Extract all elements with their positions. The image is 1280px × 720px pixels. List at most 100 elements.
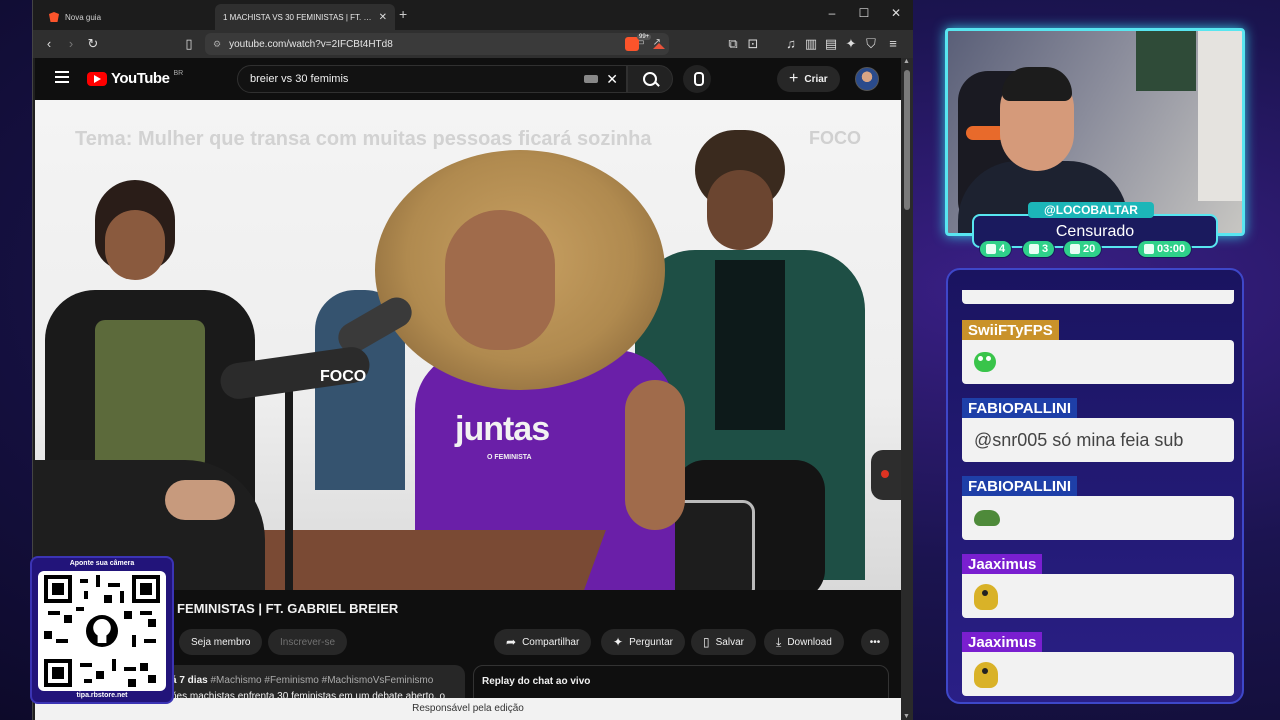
clear-search-icon[interactable]: ✕	[606, 71, 618, 88]
youtube-wordmark: YouTube	[111, 70, 170, 87]
twitch-icon	[986, 244, 996, 254]
scroll-down-icon[interactable]: ▼	[903, 713, 910, 720]
qr-code	[38, 571, 166, 691]
shield-badge: 99+	[637, 34, 652, 40]
chat-username: FABIOPALLINI	[962, 398, 1078, 420]
streamer-name: @LOCOBALTAR	[1028, 202, 1154, 218]
sparkle-icon: ✦	[613, 635, 624, 649]
scrollbar[interactable]: ▲ ▼	[901, 58, 913, 720]
stat-twitch: 4	[979, 240, 1013, 258]
tab-title: 1 MACHISTA VS 30 FEMINISTAS | FT. GABRIE…	[223, 12, 373, 22]
avatar[interactable]	[855, 67, 879, 91]
bookmark-icon[interactable]: ▯	[181, 36, 197, 52]
forward-icon[interactable]: ›	[63, 36, 79, 52]
vpn-icon[interactable]: ⛉	[863, 36, 879, 52]
video-title: FEMINISTAS | FT. GABRIEL BREIER	[177, 601, 399, 616]
browser-toolbar: ‹ › ↻ ▯ ⚙ youtube.com/watch?v=2IFCBt4HTd…	[33, 30, 913, 58]
chat-username: FABIOPALLINI	[962, 476, 1078, 498]
back-icon[interactable]: ‹	[41, 36, 57, 52]
download-icon: ⤓	[776, 634, 782, 649]
extensions-icon[interactable]: ⧉	[725, 36, 741, 52]
qr-title: Aponte sua câmera	[69, 560, 135, 567]
maximize-button[interactable]: ☐	[855, 6, 873, 20]
brave-icon	[49, 12, 59, 22]
tab-new[interactable]: Nova guia	[41, 4, 211, 30]
search-value: breier vs 30 femimis	[250, 73, 349, 85]
create-label: Criar	[804, 73, 828, 85]
voice-search-button[interactable]	[683, 65, 711, 93]
menu-icon[interactable]	[55, 71, 69, 83]
qr-overlay: Aponte sua câmera tipa.rbstore.net	[30, 556, 174, 704]
menu-icon[interactable]: ≡	[885, 36, 901, 52]
close-window-button[interactable]: ✕	[887, 6, 905, 20]
save-button[interactable]: ▯ Salvar	[691, 629, 756, 655]
tab-strip: Nova guia 1 MACHISTA VS 30 FEMINISTAS | …	[33, 0, 913, 72]
duck-emote-icon	[974, 584, 998, 610]
pepe-emote-icon	[974, 510, 1000, 526]
chat-message	[962, 496, 1234, 540]
chat-message: @snr005 só mina feia sub	[962, 418, 1234, 462]
bookmark-icon: ▯	[703, 635, 710, 649]
ask-button[interactable]: ✦ Perguntar	[601, 629, 685, 655]
person-main: juntas O FEMINISTA	[375, 150, 695, 590]
rewards-icon[interactable]	[651, 37, 665, 51]
keyboard-icon[interactable]	[584, 75, 598, 83]
status-text: Censurado	[1055, 223, 1135, 240]
new-tab-button[interactable]: +	[399, 6, 407, 22]
video-logo: FOCO	[809, 128, 861, 148]
plus-icon: +	[789, 70, 799, 87]
chat-username: Jaaximus	[962, 632, 1043, 654]
share-button[interactable]: ➦ Compartilhar	[494, 629, 592, 655]
scroll-up-icon[interactable]: ▲	[903, 58, 910, 65]
clock-icon	[1144, 244, 1154, 254]
address-bar[interactable]: ⚙ youtube.com/watch?v=2IFCBt4HTd8 ▭ ↗	[205, 33, 669, 55]
tab-youtube[interactable]: 1 MACHISTA VS 30 FEMINISTAS | FT. GABRIE…	[215, 4, 395, 72]
share-icon: ➦	[506, 635, 517, 649]
reload-icon[interactable]: ↻	[85, 36, 101, 52]
frog-emote-icon	[974, 352, 996, 372]
mic-stand	[285, 390, 293, 590]
device	[871, 450, 901, 500]
chat-message	[962, 574, 1234, 618]
subscribe-button[interactable]: Inscrever-se	[268, 629, 348, 655]
country-code: BR	[173, 70, 184, 77]
download-button[interactable]: ⤓ Download	[764, 629, 844, 655]
duck-emote-icon	[974, 662, 998, 688]
shirt-sub: O FEMINISTA	[487, 454, 532, 461]
chat-username: SwiiFTyFPS	[962, 320, 1059, 342]
chat-panel: SwiiFTyFPS FABIOPALLINI @snr005 só mina …	[946, 268, 1244, 704]
qr-code-icon	[44, 575, 160, 687]
close-tab-icon[interactable]: ✕	[379, 12, 387, 23]
wallet-icon[interactable]: ▤	[823, 36, 839, 52]
chat-message	[962, 652, 1234, 696]
video-player[interactable]: juntas O FEMINISTA FOCO Tema: Mulher que…	[35, 100, 901, 590]
chat-replay-label: Replay do chat ao vivo	[482, 676, 591, 687]
youtube-logo[interactable]: YouTube BR	[87, 70, 183, 87]
sidebar-icon[interactable]: ▥	[803, 36, 819, 52]
stat-kick: 20	[1063, 240, 1103, 258]
more-actions-button[interactable]: •••	[861, 629, 889, 655]
create-button[interactable]: + Criar	[777, 66, 840, 92]
join-button[interactable]: Seja membro	[179, 629, 263, 655]
scrollbar-thumb[interactable]	[904, 70, 910, 210]
shirt-print: juntas	[455, 410, 550, 448]
chat-message	[962, 340, 1234, 384]
chat-username: Jaaximus	[962, 554, 1043, 576]
search-input[interactable]: breier vs 30 femimis ✕	[237, 65, 627, 93]
hashtags[interactable]: #Machismo #Feminismo #MachismoVsFeminism…	[210, 675, 433, 686]
kick-icon	[1070, 244, 1080, 254]
site-info-icon[interactable]: ⚙	[213, 39, 221, 50]
screenshot-icon[interactable]: ⊡	[745, 36, 761, 52]
stat-uptime: 03:00	[1137, 240, 1193, 258]
upload-age: á 7 dias	[171, 675, 208, 686]
mic-label: FOCO	[320, 368, 367, 385]
chat-message-partial	[962, 290, 1234, 304]
music-icon[interactable]: ♫	[783, 36, 799, 52]
minimize-button[interactable]: –	[823, 6, 841, 20]
youtube-icon	[1029, 244, 1039, 254]
youtube-header: YouTube BR breier vs 30 femimis ✕ + Cria…	[35, 58, 901, 100]
leo-icon[interactable]: ✦	[843, 36, 859, 52]
search-button[interactable]	[627, 65, 673, 93]
tab-title: Nova guia	[65, 12, 102, 22]
stat-youtube: 3	[1022, 240, 1056, 258]
